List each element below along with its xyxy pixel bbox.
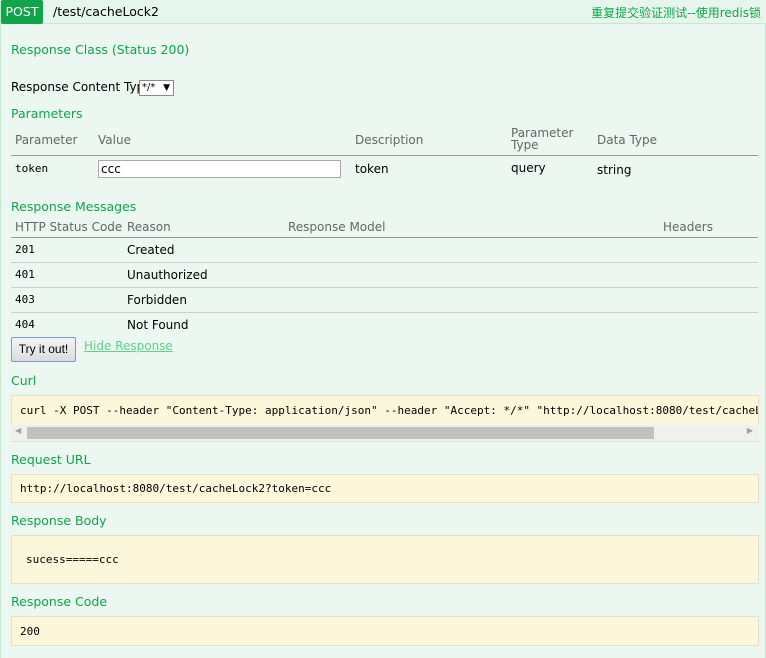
col-header-data-type: Data Type [597, 133, 658, 147]
endpoint-path[interactable]: /test/cacheLock2 [53, 0, 159, 24]
param-name: token [15, 162, 49, 175]
response-body-block: sucess=====ccc [11, 535, 759, 584]
col-header-parameter-type: Parameter Type [511, 127, 573, 151]
request-url-value: http://localhost:8080/test/cacheLock2?to… [20, 482, 332, 495]
dropdown-arrow-icon: ▼ [163, 83, 170, 93]
response-messages-title: Response Messages [11, 199, 137, 214]
token-value-input[interactable] [98, 160, 341, 178]
parameters-title: Parameters [11, 106, 83, 121]
status-code: 401 [15, 268, 35, 281]
scroll-right-icon[interactable]: ▶ [747, 426, 753, 435]
response-body-value: sucess=====ccc [26, 553, 119, 566]
col-header-description: Description [355, 133, 424, 147]
response-code-block: 200 [11, 616, 759, 646]
curl-command: curl -X POST --header "Content-Type: app… [20, 404, 758, 417]
param-description: token [355, 162, 389, 176]
param-type: query [511, 161, 546, 175]
request-url-title: Request URL [11, 452, 91, 467]
scroll-left-icon[interactable]: ◀ [15, 426, 21, 435]
response-content-type-label: Response Content Type [11, 80, 152, 94]
response-class-title: Response Class (Status 200) [11, 42, 190, 57]
try-it-out-button[interactable]: Try it out! [11, 337, 76, 362]
row-divider [11, 312, 758, 313]
operation-heading[interactable]: POST /test/cacheLock2 重复提交验证测试--使用redis锁 [1, 0, 766, 24]
status-code: 403 [15, 293, 35, 306]
col-header-parameter-type-line2: Type [511, 138, 539, 152]
hide-response-link[interactable]: Hide Response [84, 339, 173, 353]
response-content-type-select[interactable]: */* ▼ [139, 80, 174, 96]
row-divider [11, 262, 758, 263]
response-code-title: Response Code [11, 594, 108, 609]
status-reason: Created [127, 243, 175, 257]
col-header-reason: Reason [127, 220, 171, 234]
col-header-status-code: HTTP Status Code [15, 220, 123, 234]
status-reason: Forbidden [127, 293, 187, 307]
scrollbar-thumb[interactable] [27, 427, 654, 439]
parameters-header-divider [11, 155, 758, 156]
status-reason: Not Found [127, 318, 189, 332]
param-data-type: string [597, 163, 632, 177]
response-body-title: Response Body [11, 513, 107, 528]
endpoint-summary[interactable]: 重复提交验证测试--使用redis锁 [591, 0, 761, 26]
col-header-parameter: Parameter [15, 133, 78, 147]
response-code-value: 200 [20, 625, 40, 638]
row-divider [11, 287, 758, 288]
http-method-badge[interactable]: POST [1, 0, 43, 24]
response-messages-header-divider [11, 237, 758, 238]
status-code: 404 [15, 318, 35, 331]
status-code: 201 [15, 243, 35, 256]
col-header-response-model: Response Model [288, 220, 386, 234]
request-url-block: http://localhost:8080/test/cacheLock2?to… [11, 474, 759, 503]
col-header-value: Value [98, 133, 131, 147]
curl-horizontal-scrollbar[interactable]: ◀ ▶ [11, 425, 759, 441]
status-reason: Unauthorized [127, 268, 208, 282]
selected-content-type: */* [142, 82, 156, 93]
col-header-headers: Headers [663, 220, 713, 234]
curl-title: Curl [11, 373, 37, 388]
operation-panel: POST /test/cacheLock2 重复提交验证测试--使用redis锁… [0, 0, 766, 658]
